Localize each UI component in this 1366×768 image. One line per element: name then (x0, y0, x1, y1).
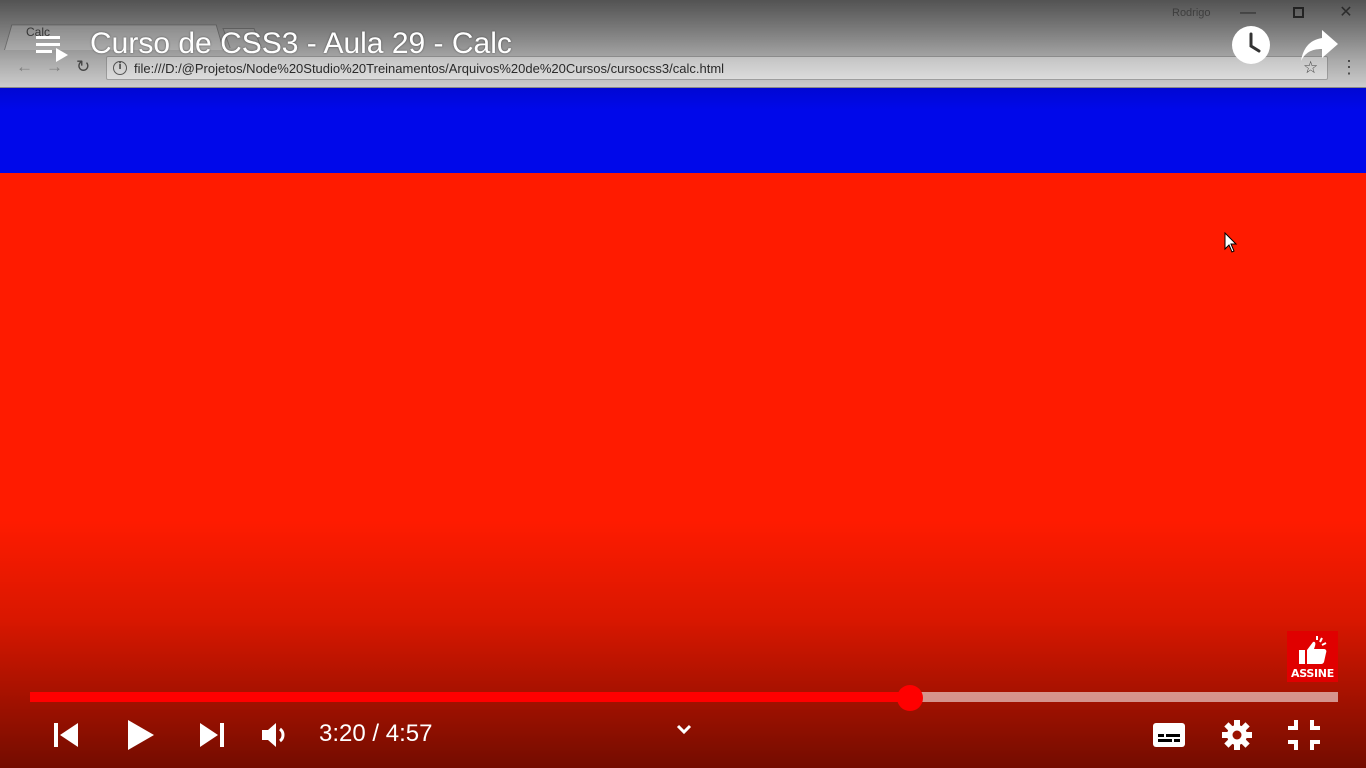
playlist-icon (36, 36, 68, 62)
previous-button[interactable] (48, 714, 84, 756)
seek-bar[interactable] (30, 685, 1338, 711)
skip-next-icon (200, 723, 224, 747)
recorded-page-blue-band (0, 88, 1366, 173)
thumbs-up-icon (1299, 636, 1327, 664)
mouse-cursor-icon (1224, 232, 1238, 253)
recorded-page-red-area (0, 173, 1366, 768)
play-icon (128, 720, 154, 750)
watch-later-button[interactable] (1230, 24, 1272, 66)
next-button[interactable] (194, 714, 230, 756)
recorded-url-text: file:///D:/@Projetos/Node%20Studio%20Tre… (134, 61, 725, 76)
clock-icon (1232, 26, 1270, 64)
subscribe-watermark[interactable]: ASSINE (1287, 631, 1338, 682)
playlist-button[interactable] (32, 28, 72, 68)
seek-bar-played (30, 692, 911, 702)
recorded-back-icon: ← (16, 57, 33, 76)
mute-button[interactable] (258, 714, 294, 756)
exit-fullscreen-icon (1288, 720, 1320, 750)
exit-fullscreen-button[interactable] (1284, 714, 1324, 756)
recorded-menu-dots-icon: ⋮ (1340, 57, 1358, 77)
play-button[interactable] (118, 714, 162, 756)
recorded-maximize-icon (1278, 2, 1318, 24)
time-display: 3:20 / 4:57 (319, 720, 433, 747)
share-arrow-icon (1301, 30, 1338, 61)
share-button[interactable] (1298, 24, 1342, 66)
recorded-reload-icon: ↻ (76, 57, 91, 76)
subtitles-button[interactable] (1150, 714, 1188, 756)
expand-button[interactable] (672, 718, 696, 742)
subscribe-label: ASSINE (1291, 667, 1334, 680)
chevron-down-icon (676, 724, 692, 735)
video-frame[interactable]: Calc Rodrigo — ✕ ← → ↻ i file:///D:/@Pro… (0, 0, 1366, 768)
recorded-close-icon: ✕ (1339, 4, 1353, 21)
settings-button[interactable] (1218, 714, 1256, 756)
subtitles-icon (1153, 723, 1185, 747)
gear-icon (1222, 720, 1252, 750)
recorded-profile-name: Rodrigo (1172, 7, 1211, 19)
skip-previous-icon (54, 723, 78, 747)
volume-icon (262, 723, 285, 747)
video-title[interactable]: Curso de CSS3 - Aula 29 - Calc (90, 27, 512, 61)
recorded-info-icon: i (113, 61, 127, 75)
recorded-minimize-icon: — (1240, 4, 1256, 21)
